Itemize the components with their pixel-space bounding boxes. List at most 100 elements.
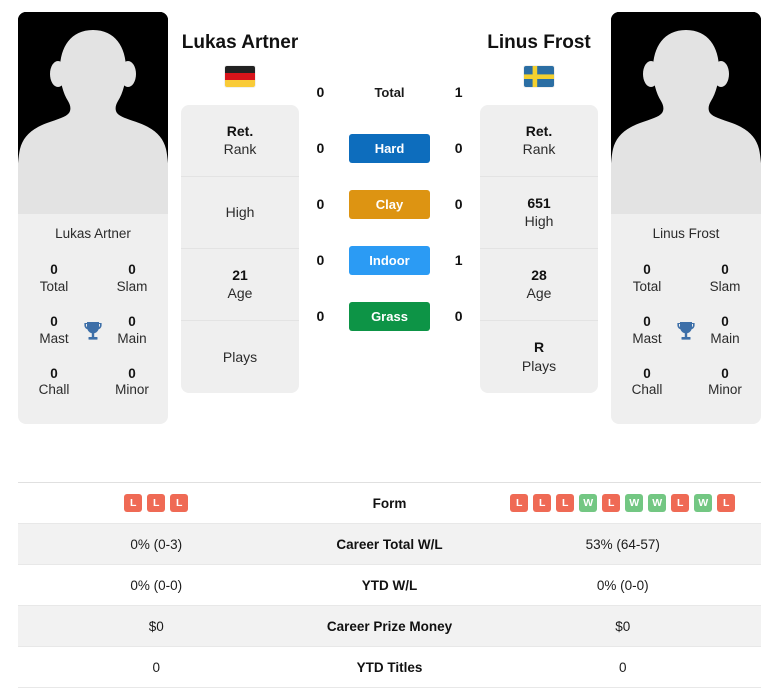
stat-slam-label-right: Slam (709, 278, 741, 294)
attribute-plays-label-left: Plays (222, 348, 258, 365)
trophy-icon-glyph (84, 321, 102, 340)
stat-mast-value-left: 0 (50, 313, 58, 329)
form-badge-win: W (694, 494, 713, 512)
stat-minor-label-right: Minor (708, 382, 742, 398)
player-comparison-page: Lukas Artner 0 Total 0 Slam 0 Mast 0 Mai… (0, 0, 779, 699)
form-badges-left: LLL (18, 494, 295, 512)
attribute-plays-value-right: R (533, 339, 545, 356)
h2h-label-indoor[interactable]: Indoor (348, 245, 431, 275)
attribute-high-value-right: 651 (527, 194, 551, 211)
trophy-icon (79, 319, 107, 343)
form-badge-loss: L (147, 494, 166, 512)
table-row: LLL Form LLLWLWWLWL (18, 483, 761, 524)
player-titles-right: 0 Total 0 Slam 0 Mast 0 Main 0 Chall 0 M… (611, 251, 761, 424)
stat-minor-left: 0 Minor (108, 366, 156, 400)
attribute-rank-value-right: Ret. (525, 122, 553, 139)
h2h-row-clay: 0 Clay 0 (300, 176, 479, 232)
attribute-age-value-left: 21 (232, 266, 248, 283)
attribute-rank-right: Ret. Rank (480, 105, 598, 177)
titles-row-chall-minor-left: 0 Chall 0 Minor (24, 357, 162, 409)
table-row-label-ytd-titles: YTD Titles (356, 659, 423, 675)
stat-mast-value-right: 0 (643, 313, 651, 329)
attribute-high-label-right: High (524, 213, 554, 230)
form-badge-loss: L (510, 494, 529, 512)
form-badge-loss: L (170, 494, 189, 512)
stat-main-left: 0 Main (108, 314, 156, 348)
attribute-plays-label-right: Plays (521, 357, 557, 374)
attribute-rank-value-left: Ret. (226, 122, 254, 139)
player-photo-caption-left: Lukas Artner (18, 214, 168, 251)
stat-mast-left: 0 Mast (30, 314, 78, 348)
titles-row-total-slam-left: 0 Total 0 Slam (24, 253, 162, 305)
player-card-left[interactable]: Lukas Artner 0 Total 0 Slam 0 Mast 0 Mai… (18, 12, 168, 425)
table-row-label-career-total-wl: Career Total W/L (336, 536, 443, 552)
stat-slam-value-left: 0 (128, 262, 136, 277)
player-photo-right (611, 12, 761, 214)
titles-row-chall-minor-right: 0 Chall 0 Minor (617, 357, 755, 409)
form-badge-loss: L (124, 494, 143, 512)
h2h-label-grass[interactable]: Grass (348, 301, 431, 331)
titles-row-total-slam-right: 0 Total 0 Slam (617, 253, 755, 305)
h2h-row-indoor: 0 Indoor 1 (300, 232, 479, 288)
flag-germany-icon (225, 66, 255, 87)
h2h-right-grass: 0 (454, 308, 463, 324)
trophy-icon-glyph (677, 321, 695, 340)
player-card-right[interactable]: Linus Frost 0 Total 0 Slam 0 Mast 0 Main… (611, 12, 761, 425)
stat-minor-value-left: 0 (128, 365, 136, 381)
stat-chall-label-right: Chall (631, 382, 663, 398)
career-total-wl-right: 53% (64-57) (585, 536, 660, 552)
stat-total-label-right: Total (632, 278, 662, 294)
h2h-label-clay[interactable]: Clay (348, 189, 431, 219)
flag-sweden-icon (524, 66, 554, 87)
attribute-high-left: High (181, 177, 299, 249)
stat-slam-value-right: 0 (721, 262, 729, 277)
attribute-rank-label-right: Rank (522, 141, 556, 158)
comparison-header: Lukas Artner 0 Total 0 Slam 0 Mast 0 Mai… (0, 0, 779, 476)
titles-row-mast-main-left: 0 Mast 0 Main (24, 305, 162, 357)
stat-total-label-left: Total (39, 278, 69, 294)
attribute-age-left: 21 Age (181, 249, 299, 321)
ytd-titles-right: 0 (618, 659, 627, 675)
stat-chall-label-left: Chall (38, 382, 70, 398)
stat-total-value-left: 0 (50, 262, 58, 277)
stat-slam-left: 0 Slam (108, 262, 156, 296)
h2h-right-indoor: 1 (454, 252, 463, 268)
player-name-left[interactable]: Lukas Artner (182, 32, 299, 54)
stat-total-right: 0 Total (623, 262, 671, 296)
stat-main-label-left: Main (117, 330, 147, 346)
form-badge-loss: L (533, 494, 552, 512)
comparison-stats-table: LLL Form LLLWLWWLWL 0% (0-3) Career Tota… (18, 482, 761, 688)
stat-chall-value-right: 0 (643, 365, 651, 381)
stat-minor-label-left: Minor (115, 382, 149, 398)
player-photo-caption-right: Linus Frost (611, 214, 761, 251)
h2h-label-hard[interactable]: Hard (348, 133, 431, 163)
attribute-high-label-left: High (225, 204, 255, 221)
flag-germany-glyph (225, 66, 255, 87)
table-row: $0 Career Prize Money $0 (18, 606, 761, 647)
player-info-left: Lukas Artner Ret. Rank High 21 Age Plays (180, 12, 300, 393)
career-prize-money-right: $0 (615, 618, 631, 634)
h2h-left-grass: 0 (316, 308, 325, 324)
stat-minor-right: 0 Minor (701, 366, 749, 400)
ytd-titles-left: 0 (152, 659, 160, 675)
h2h-row-hard: 0 Hard 0 (300, 120, 479, 176)
stat-mast-right: 0 Mast (623, 314, 671, 348)
attribute-plays-right: R Plays (480, 321, 598, 393)
head-to-head-surfaces: 0 Total 1 0 Hard 0 0 Clay 0 0 Indoor 1 0 (300, 12, 479, 344)
form-badge-win: W (625, 494, 644, 512)
table-row: 0% (0-3) Career Total W/L 53% (64-57) (18, 524, 761, 565)
person-silhouette-icon (611, 12, 761, 214)
stat-mast-label-right: Mast (632, 330, 662, 346)
player-name-right[interactable]: Linus Frost (487, 32, 590, 54)
stat-main-value-right: 0 (721, 313, 729, 329)
form-badge-loss: L (602, 494, 621, 512)
form-badge-win: W (579, 494, 598, 512)
ytd-wl-right: 0% (0-0) (596, 577, 649, 593)
h2h-label-total: Total (374, 84, 405, 100)
career-prize-money-left: $0 (148, 618, 164, 634)
table-row-label-form: Form (372, 495, 407, 511)
h2h-row-total: 0 Total 1 (300, 64, 479, 120)
h2h-right-clay: 0 (454, 196, 463, 212)
flag-sweden-glyph (524, 66, 554, 87)
stat-main-right: 0 Main (701, 314, 749, 348)
